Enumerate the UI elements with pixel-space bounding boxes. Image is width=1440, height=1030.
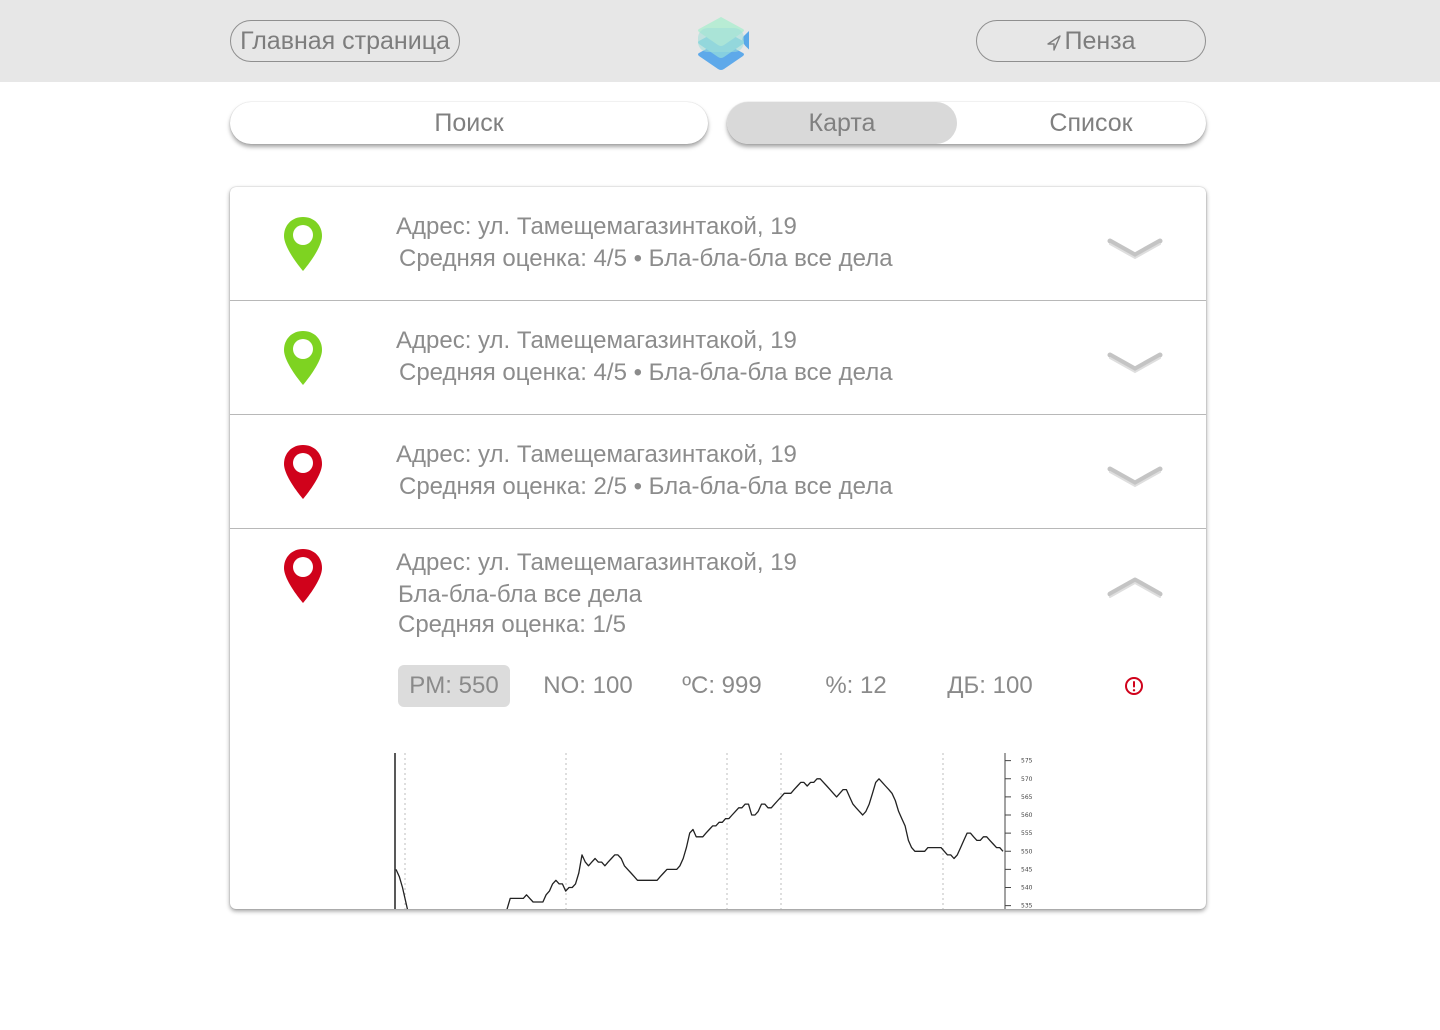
search-button[interactable]: Поиск bbox=[230, 102, 708, 144]
chevron-down-icon[interactable] bbox=[1106, 347, 1164, 377]
chart-y-tick-label: 545 bbox=[1021, 866, 1033, 873]
home-button[interactable]: Главная страница bbox=[230, 20, 460, 62]
tab-list[interactable]: Список bbox=[976, 102, 1206, 144]
chart-y-tick-label: 540 bbox=[1021, 885, 1033, 892]
city-select-button[interactable]: Пенза bbox=[976, 20, 1206, 62]
place-address: Адрес: ул. Тамещемагазинтакой, 19 bbox=[396, 213, 797, 240]
layers-logo-icon[interactable] bbox=[693, 8, 749, 74]
pm-line-chart: 575570565560555550545540535530 bbox=[394, 753, 1033, 909]
place-details: Средняя оценка: 2/5 • Бла-бла-бла все де… bbox=[399, 473, 893, 500]
chevron-down-icon[interactable] bbox=[1106, 461, 1164, 491]
chart-y-tick-label: 560 bbox=[1021, 812, 1033, 819]
view-toggle: Карта Список bbox=[727, 102, 1206, 144]
place-details: Средняя оценка: 4/5 • Бла-бла-бла все де… bbox=[399, 245, 893, 272]
chart-y-tick-label: 575 bbox=[1021, 758, 1033, 765]
map-pin-icon bbox=[284, 549, 322, 603]
list-item[interactable]: Адрес: ул. Тамещемагазинтакой, 19 Средня… bbox=[230, 415, 1206, 529]
chevron-up-icon[interactable] bbox=[1106, 572, 1164, 602]
metric-pm[interactable]: PM: 550 bbox=[398, 665, 510, 707]
city-label: Пенза bbox=[1064, 26, 1136, 55]
metric-humidity[interactable]: %: 12 bbox=[800, 665, 912, 707]
chevron-down-icon[interactable] bbox=[1106, 233, 1164, 263]
place-details: Средняя оценка: 4/5 • Бла-бла-бла все де… bbox=[399, 359, 893, 386]
place-description: Бла-бла-бла все дела bbox=[398, 581, 642, 608]
place-rating: Средняя оценка: 1/5 bbox=[398, 611, 626, 638]
chart-y-tick-label: 565 bbox=[1021, 794, 1033, 801]
place-address: Адрес: ул. Тамещемагазинтакой, 19 bbox=[396, 327, 797, 354]
chart-y-tick-label: 535 bbox=[1021, 903, 1033, 909]
map-pin-icon bbox=[284, 445, 322, 499]
chart-y-tick-label: 555 bbox=[1021, 830, 1033, 837]
location-arrow-icon bbox=[1047, 35, 1062, 51]
metric-temperature[interactable]: ºC: 999 bbox=[666, 665, 778, 707]
metric-no[interactable]: NO: 100 bbox=[532, 665, 644, 707]
chart-series-line bbox=[395, 778, 1004, 909]
map-pin-icon bbox=[284, 217, 322, 271]
top-bar: Главная страница Пенза bbox=[0, 0, 1440, 82]
list-item[interactable]: Адрес: ул. Тамещемагазинтакой, 19 Средня… bbox=[230, 301, 1206, 415]
place-address: Адрес: ул. Тамещемагазинтакой, 19 bbox=[396, 441, 797, 468]
chart-y-tick-label: 550 bbox=[1021, 848, 1033, 855]
chart-y-tick-label: 570 bbox=[1021, 776, 1033, 783]
map-pin-icon bbox=[284, 331, 322, 385]
alert-circle-icon[interactable] bbox=[1124, 676, 1144, 696]
tab-map[interactable]: Карта bbox=[727, 102, 957, 144]
list-item[interactable]: Адрес: ул. Тамещемагазинтакой, 19 Средня… bbox=[230, 187, 1206, 301]
metric-noise[interactable]: ДБ: 100 bbox=[934, 665, 1046, 707]
place-address: Адрес: ул. Тамещемагазинтакой, 19 bbox=[396, 549, 797, 576]
places-list: Адрес: ул. Тамещемагазинтакой, 19 Средня… bbox=[230, 187, 1206, 909]
